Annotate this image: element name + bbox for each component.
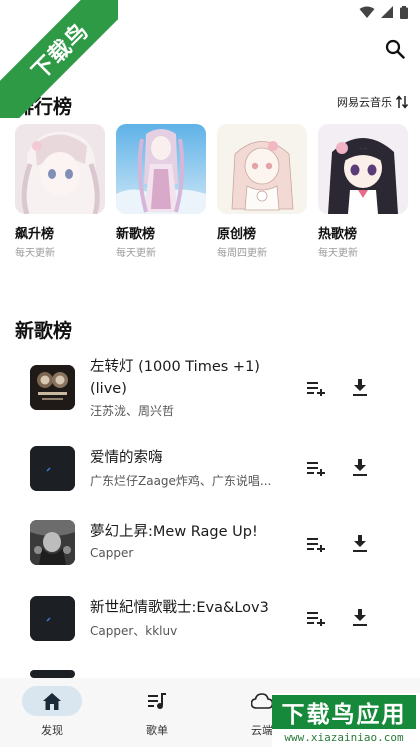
- song-artist: Capper、kkluv: [90, 624, 178, 638]
- song-cover-image: [30, 446, 75, 491]
- chart-update-frequency: 每天更新: [116, 248, 156, 259]
- battery-icon: [400, 4, 408, 23]
- chart-card-hot-songs[interactable]: 热歌榜 每天更新: [318, 124, 408, 259]
- chart-card-new-songs[interactable]: 新歌榜 每天更新: [116, 124, 206, 259]
- status-bar: [0, 0, 420, 24]
- ranking-section-title: 排行榜: [15, 96, 73, 118]
- song-title: 左转灯 (1000 Times +1) (live): [90, 359, 260, 397]
- brand-watermark-text: 下载鸟应用: [272, 695, 416, 729]
- source-label: 网易云音乐: [337, 96, 392, 109]
- chart-card-soaring[interactable]: 飙升榜 每天更新: [15, 124, 105, 259]
- download-icon: [353, 379, 367, 396]
- nav-label: 发现: [41, 724, 63, 737]
- song-title: 夢幻上昇:Mew Rage Up!: [90, 524, 258, 540]
- home-icon: [43, 692, 61, 710]
- add-to-playlist-button[interactable]: [304, 532, 328, 556]
- signal-icon: [381, 4, 394, 23]
- new-songs-section-title: 新歌榜: [15, 320, 73, 342]
- search-icon: [385, 39, 405, 59]
- chart-cover-image: [318, 124, 408, 214]
- song-artist: 广东烂仔Zaage炸鸡、广东说唱...: [90, 474, 272, 488]
- download-button[interactable]: [348, 456, 372, 480]
- chart-name: 新歌榜: [116, 227, 156, 242]
- search-button[interactable]: [382, 36, 408, 62]
- download-button[interactable]: [348, 606, 372, 630]
- chart-name: 飙升榜: [15, 227, 55, 242]
- song-artist: Capper: [90, 546, 134, 560]
- song-title: 爱情的索嗨: [90, 450, 163, 466]
- song-cover-image: [30, 670, 75, 678]
- song-artist: 汪苏泷、周兴哲: [90, 404, 175, 418]
- chart-name: 原创榜: [217, 227, 257, 242]
- add-to-playlist-button[interactable]: [304, 376, 328, 400]
- download-icon: [353, 609, 367, 626]
- nav-label: 歌单: [146, 724, 168, 737]
- status-icons: [359, 4, 408, 23]
- playlist-add-icon: [307, 462, 325, 476]
- nav-item-discover[interactable]: 发现: [17, 686, 87, 738]
- chart-cover-image: [116, 124, 206, 214]
- song-cover-image: [30, 520, 75, 565]
- wifi-icon: [359, 4, 375, 23]
- brand-watermark: 下载鸟应用 www.xiazainiao.com: [272, 693, 420, 747]
- nav-active-indicator: [22, 686, 82, 716]
- chart-update-frequency: 每天更新: [318, 248, 358, 259]
- nav-label: 云端: [251, 724, 273, 737]
- nav-icon-container: [127, 686, 187, 716]
- download-icon: [353, 535, 367, 552]
- song-cover-image: [30, 365, 75, 410]
- corner-watermark-text: 下载鸟: [27, 18, 95, 86]
- source-switch-button[interactable]: 网易云音乐: [337, 94, 408, 110]
- chart-cover-image: [15, 124, 105, 214]
- add-to-playlist-button[interactable]: [304, 456, 328, 480]
- nav-item-playlists[interactable]: 歌单: [122, 686, 192, 738]
- cloud-icon: [251, 693, 273, 709]
- download-button[interactable]: [348, 376, 372, 400]
- song-title: 新世紀情歌戰士:Eva&Lov3: [90, 600, 269, 616]
- playlist-add-icon: [307, 382, 325, 396]
- chart-update-frequency: 每天更新: [15, 248, 55, 259]
- chart-name: 热歌榜: [318, 227, 358, 242]
- song-cover-image: [30, 596, 75, 641]
- playlist-add-icon: [307, 612, 325, 626]
- chart-cover-image: [217, 124, 307, 214]
- playlist-add-icon: [307, 538, 325, 552]
- swap-vertical-icon: [396, 95, 408, 109]
- download-icon: [353, 459, 367, 476]
- charts-row: 飙升榜 每天更新 新歌榜 每天更新 原创榜 每周四更新 热歌榜 每天更新: [15, 124, 420, 264]
- download-button[interactable]: [348, 532, 372, 556]
- add-to-playlist-button[interactable]: [304, 606, 328, 630]
- playlist-icon: [148, 693, 166, 709]
- brand-watermark-url: www.xiazainiao.com: [284, 731, 404, 744]
- chart-card-original[interactable]: 原创榜 每周四更新: [217, 124, 307, 259]
- chart-update-frequency: 每周四更新: [217, 248, 267, 259]
